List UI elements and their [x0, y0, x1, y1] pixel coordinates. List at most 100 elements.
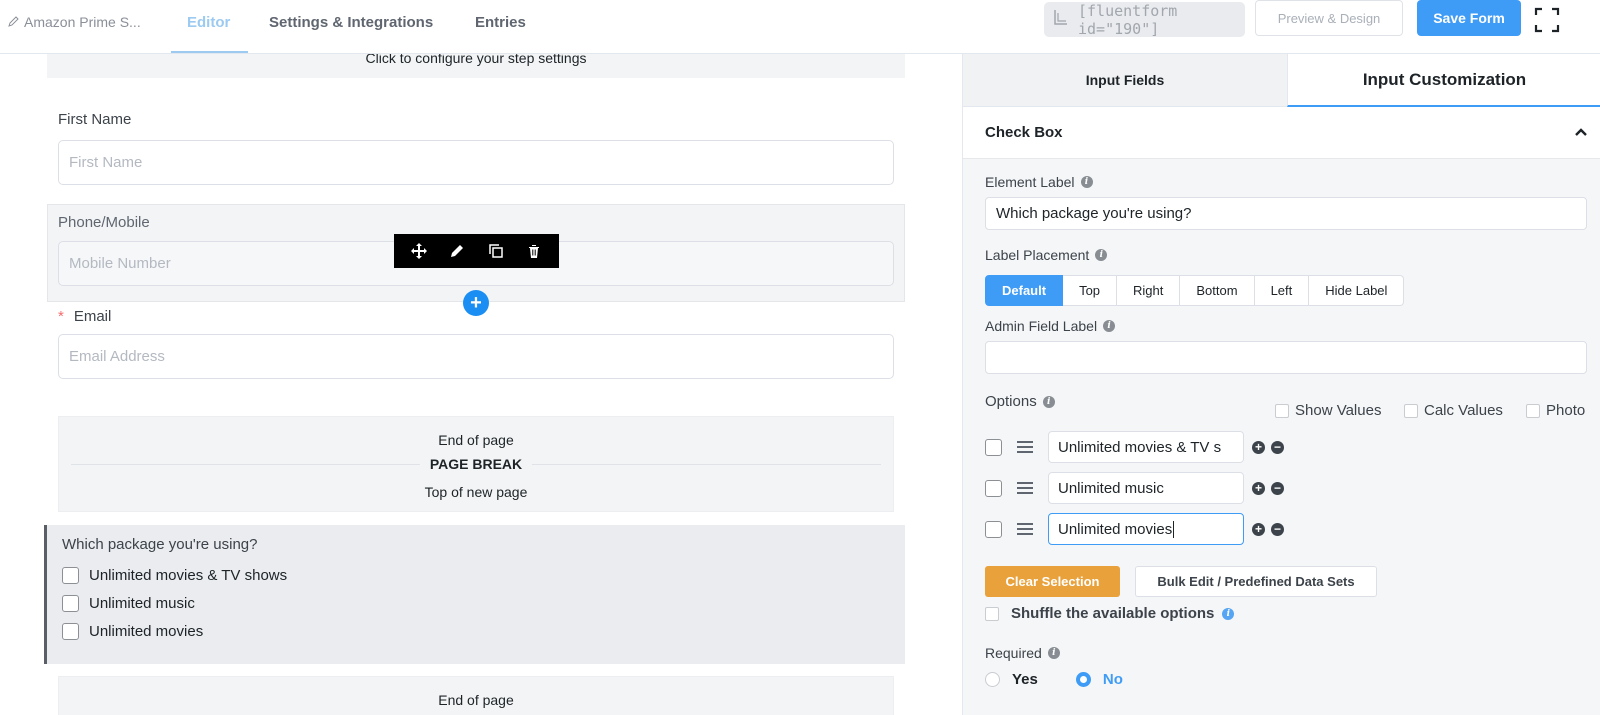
info-icon[interactable]: i — [1095, 249, 1108, 261]
email-label: * Email — [58, 308, 111, 325]
drag-handle-icon[interactable] — [1017, 441, 1033, 453]
option-row: Unlimited music + − — [985, 472, 1284, 504]
add-field-plus-icon[interactable]: + — [463, 290, 489, 316]
tab-input-customization[interactable]: Input Customization — [1287, 54, 1600, 107]
first-name-label: First Name — [58, 111, 132, 128]
option-default-checkbox[interactable] — [985, 520, 1002, 538]
checkbox[interactable] — [62, 623, 79, 640]
save-form-button[interactable]: Save Form — [1417, 0, 1521, 36]
required-no-label: No — [1102, 671, 1123, 688]
tab-editor[interactable]: Editor — [187, 14, 230, 31]
option-input-focused[interactable]: Unlimited movies — [1048, 513, 1244, 545]
duplicate-icon[interactable] — [488, 243, 504, 259]
step-settings-bar[interactable]: Click to configure your step settings — [47, 54, 905, 78]
drag-handle-icon[interactable] — [1017, 482, 1033, 494]
tab-settings-integrations[interactable]: Settings & Integrations — [269, 14, 433, 31]
required-no-radio[interactable] — [1075, 672, 1091, 687]
checkbox[interactable] — [62, 595, 79, 612]
option-default-checkbox[interactable] — [985, 438, 1002, 456]
drag-handle-icon[interactable] — [1017, 523, 1033, 535]
page-break-title: PAGE BREAK — [419, 456, 533, 472]
checkbox-option-label: Unlimited movies & TV shows — [89, 567, 288, 584]
edit-icon[interactable] — [449, 243, 465, 259]
checkbox[interactable] — [1404, 403, 1418, 418]
required-text: Required — [985, 645, 1042, 661]
page-break-block[interactable]: End of page PAGE BREAK Top of new page — [58, 416, 894, 512]
required-radio-group: Yes No — [985, 671, 1123, 688]
remove-option-icon[interactable]: − — [1271, 440, 1284, 454]
checkbox[interactable] — [1526, 403, 1540, 418]
checkbox-question: Which package you're using? — [62, 536, 258, 553]
placement-hide-label-button[interactable]: Hide Label — [1309, 275, 1405, 306]
checkbox-option[interactable]: Unlimited movies & TV shows — [62, 567, 287, 584]
checkbox-option-label: Unlimited movies — [89, 623, 204, 640]
email-input[interactable]: Email Address — [58, 334, 894, 379]
option-input[interactable]: Unlimited music — [1048, 472, 1244, 504]
add-option-icon[interactable]: + — [1252, 440, 1265, 454]
required-yes-label: Yes — [1012, 671, 1038, 688]
option-row: Unlimited movies + − — [985, 513, 1284, 545]
photo-toggle[interactable]: Photo — [1526, 402, 1585, 419]
tab-entries[interactable]: Entries — [475, 14, 526, 31]
option-default-checkbox[interactable] — [985, 479, 1002, 497]
element-label-input[interactable]: Which package you're using? — [985, 197, 1587, 230]
checkbox[interactable] — [1275, 403, 1289, 418]
bulk-edit-button[interactable]: Bulk Edit / Predefined Data Sets — [1135, 566, 1377, 597]
required-heading: Required i — [985, 645, 1060, 661]
form-name[interactable]: Amazon Prime S... — [8, 14, 141, 30]
placement-left-button[interactable]: Left — [1254, 275, 1310, 306]
placement-bottom-button[interactable]: Bottom — [1180, 275, 1255, 306]
info-icon[interactable]: i — [1080, 176, 1093, 188]
photo-label: Photo — [1546, 402, 1586, 419]
phone-label: Phone/Mobile — [58, 214, 150, 231]
checkbox[interactable] — [985, 606, 999, 621]
placement-right-button[interactable]: Right — [1117, 275, 1181, 306]
copy-icon — [1052, 9, 1068, 31]
top-bar: Amazon Prime S... Editor Settings & Inte… — [0, 0, 1600, 54]
admin-field-label-input[interactable] — [985, 341, 1587, 374]
remove-option-icon[interactable]: − — [1271, 481, 1284, 495]
first-name-input[interactable]: First Name — [58, 140, 894, 185]
email-label-text: Email — [73, 308, 112, 325]
move-icon[interactable] — [411, 243, 428, 259]
form-name-text: Amazon Prime S... — [24, 14, 141, 30]
checkbox-option[interactable]: Unlimited music — [62, 595, 195, 612]
shuffle-label: Shuffle the available options — [1011, 605, 1215, 622]
checkbox-option[interactable]: Unlimited movies — [62, 623, 203, 640]
option-input[interactable]: Unlimited movies & TV s — [1048, 431, 1244, 463]
preview-design-button[interactable]: Preview & Design — [1255, 0, 1403, 36]
remove-option-icon[interactable]: − — [1271, 522, 1284, 536]
pencil-icon — [8, 14, 20, 30]
checkbox-option-label: Unlimited music — [89, 595, 195, 612]
page-break-block-2[interactable]: End of page — [58, 676, 894, 715]
show-values-toggle[interactable]: Show Values — [1275, 402, 1381, 419]
placement-default-button[interactable]: Default — [985, 275, 1064, 306]
checkbox-field-block[interactable]: Which package you're using? Unlimited mo… — [44, 525, 905, 664]
options-text: Options — [985, 393, 1037, 410]
tab-input-fields[interactable]: Input Fields — [963, 54, 1287, 107]
text-caret — [1173, 520, 1175, 538]
shuffle-options-toggle[interactable]: Shuffle the available options i — [985, 605, 1235, 622]
option-input-text: Unlimited movies — [1058, 520, 1173, 538]
checkbox-section-header[interactable]: Check Box — [963, 107, 1600, 159]
calc-values-label: Calc Values — [1424, 402, 1503, 419]
settings-panel: Input Fields Input Customization Check B… — [962, 54, 1600, 715]
field-actions-toolbar — [394, 234, 559, 268]
shortcode-copy[interactable]: [fluentform id="190"] — [1044, 2, 1245, 38]
info-icon[interactable]: i — [1047, 647, 1060, 659]
info-icon[interactable]: i — [1042, 395, 1055, 408]
required-mark: * — [58, 308, 64, 325]
required-yes-radio[interactable] — [985, 672, 1000, 687]
calc-values-toggle[interactable]: Calc Values — [1404, 402, 1503, 419]
info-icon[interactable]: i — [1103, 320, 1116, 332]
checkbox[interactable] — [62, 567, 79, 584]
trash-icon[interactable] — [526, 243, 542, 259]
active-tab-indicator — [171, 51, 248, 53]
add-option-icon[interactable]: + — [1252, 481, 1265, 495]
add-option-icon[interactable]: + — [1252, 522, 1265, 536]
placement-top-button[interactable]: Top — [1063, 275, 1118, 306]
fullscreen-icon[interactable] — [1534, 7, 1560, 33]
clear-selection-button[interactable]: Clear Selection — [985, 566, 1120, 597]
chevron-up-icon[interactable] — [1573, 124, 1589, 140]
info-icon[interactable]: i — [1222, 607, 1235, 620]
